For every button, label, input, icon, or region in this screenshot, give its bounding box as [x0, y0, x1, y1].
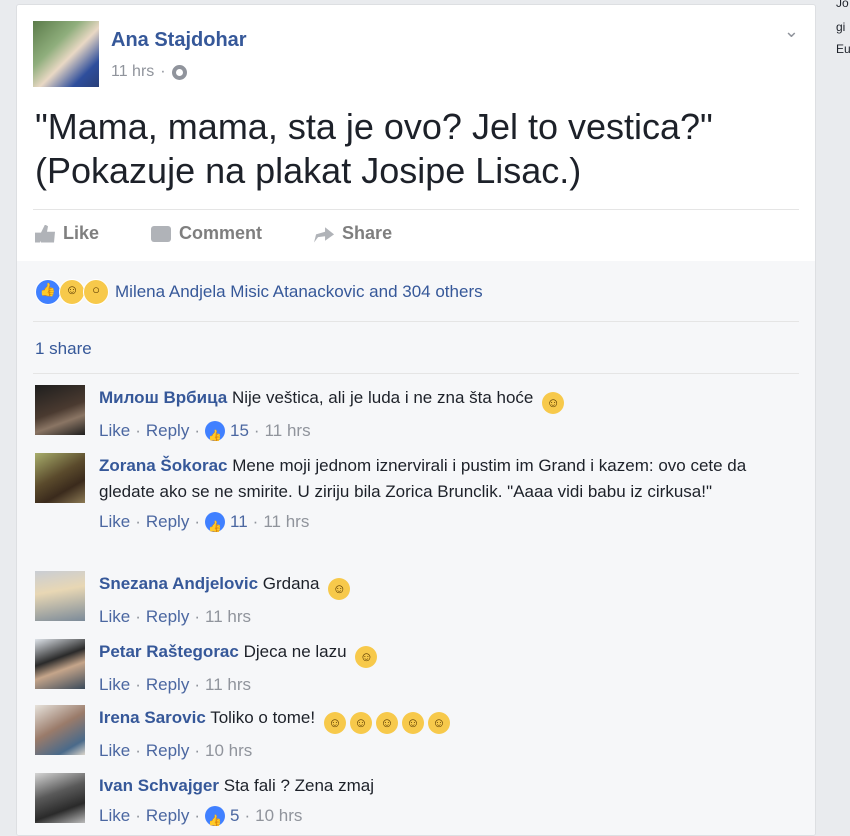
post-card: Ana Stajdohar 11 hrs · ⌄ "Mama, mama, st…: [16, 4, 816, 836]
comment-meta: Like · Reply · 10 hrs: [99, 738, 799, 764]
thumbs-up-icon: [205, 512, 225, 540]
smile-emoji-icon: ☺: [328, 578, 351, 600]
laughing-emoji-icon: ☺: [349, 712, 372, 734]
comment-like-count[interactable]: 5: [205, 803, 240, 834]
commenter-name[interactable]: Petar Raštegorac: [99, 642, 239, 661]
comment-reply-link[interactable]: Reply: [146, 803, 189, 829]
like-count-value: 11: [230, 512, 248, 531]
like-reaction-icon: 👍: [35, 279, 61, 305]
smile-emoji-icon: ☺: [355, 646, 378, 668]
sidebar-fragment-1: Jo: [836, 0, 849, 10]
laughing-emoji-icon: ☺: [375, 712, 398, 734]
haha-reaction-icon: ☺: [59, 279, 85, 305]
globe-icon[interactable]: [171, 64, 187, 80]
comment-body: Zorana Šokorac Mene moji jednom iznervir…: [99, 453, 799, 540]
laughing-emoji-icon: ☺: [401, 712, 424, 734]
post-time[interactable]: 11 hrs: [111, 63, 154, 81]
comment-like-link[interactable]: Like: [99, 672, 130, 698]
commenter-avatar[interactable]: [35, 639, 85, 689]
comment-meta: Like · Reply · 11 hrs: [99, 672, 799, 698]
comment-like-link[interactable]: Like: [99, 738, 130, 764]
author-name[interactable]: Ana Stajdohar: [111, 29, 247, 52]
like-count-value: 5: [230, 806, 240, 825]
like-label: Like: [63, 223, 100, 243]
comment-text: Nije veštica, ali je luda i ne zna šta h…: [231, 388, 534, 407]
comment-meta: Like· Reply· 15· 11 hrs: [99, 418, 799, 449]
reaction-names[interactable]: Milena Andjela Misic Atanackovic and 304…: [115, 282, 483, 302]
comment-body: Petar Raštegorac Djeca ne lazu ☺ Like · R…: [99, 639, 799, 698]
commenter-avatar[interactable]: [35, 385, 85, 435]
commenter-name[interactable]: Милош Врбица: [99, 388, 227, 407]
comment-like-link[interactable]: Like: [99, 803, 130, 829]
author-avatar[interactable]: [33, 21, 99, 87]
commenter-avatar[interactable]: [35, 773, 85, 823]
comment-body: Irena Sarovic Toliko o tome! ☺ ☺ ☺ ☺ ☺ Like ·…: [99, 705, 799, 764]
divider: [33, 373, 799, 374]
comment-icon: [151, 225, 172, 242]
post-text-line: (Pokazuje na plakat Josipe Lisac.): [35, 150, 582, 191]
comment-meta: Like· Reply· 11· 11 hrs: [99, 509, 799, 540]
comment-like-link[interactable]: Like: [99, 604, 130, 630]
commenter-name[interactable]: Ivan Schvajger: [99, 776, 219, 795]
commenter-name[interactable]: Zorana Šokorac: [99, 456, 228, 475]
comment-like-link[interactable]: Like: [99, 509, 130, 535]
comment-reply-link[interactable]: Reply: [146, 509, 189, 535]
chevron-down-icon[interactable]: ⌄: [784, 21, 799, 42]
comment-text: Sta fali ? Zena zmaj: [223, 776, 374, 795]
comment-body: Ivan Schvajger Sta fali ? Zena zmaj Like…: [99, 773, 799, 834]
post-text: "Mama, mama, sta je ovo? Jel to vestica?…: [35, 105, 795, 193]
wow-reaction-icon: ○: [83, 279, 109, 305]
like-count-value: 15: [230, 421, 249, 440]
commenter-avatar[interactable]: [35, 705, 85, 755]
divider: [33, 209, 799, 210]
reactions-summary[interactable]: 👍 ☺ ○ Milena Andjela Misic Atanackovic a…: [35, 279, 483, 305]
laughing-emoji-icon: ☺: [427, 712, 450, 734]
comment-like-link[interactable]: Like: [99, 418, 130, 444]
thumbs-up-icon: [35, 224, 55, 243]
action-bar: Like Comment Share: [35, 223, 444, 244]
comment-meta: Like · Reply · 11 hrs: [99, 604, 799, 630]
laughing-emoji-icon: ☺: [323, 712, 346, 734]
share-label: Share: [342, 223, 393, 243]
meta-separator: ·: [160, 63, 166, 80]
comment-text: Grdana: [262, 574, 320, 593]
sidebar-fragment-3: Eu: [836, 42, 850, 56]
commenter-name[interactable]: Irena Sarovic: [99, 708, 206, 727]
share-button[interactable]: Share: [314, 223, 392, 244]
commenter-avatar[interactable]: [35, 453, 85, 503]
commenter-avatar[interactable]: [35, 571, 85, 621]
comment-reply-link[interactable]: Reply: [146, 738, 189, 764]
comment-time[interactable]: 11 hrs: [263, 509, 309, 535]
comment-like-count[interactable]: 11: [205, 509, 248, 540]
share-count[interactable]: 1 share: [35, 339, 92, 359]
post-meta: 11 hrs ·: [111, 63, 187, 81]
comment-reply-link[interactable]: Reply: [146, 418, 189, 444]
comment-body: Милош Врбица Nije veštica, ali je luda i…: [99, 385, 799, 449]
comment-time[interactable]: 11 hrs: [265, 418, 311, 444]
share-arrow-icon: [314, 227, 335, 243]
comment-reply-link[interactable]: Reply: [146, 672, 189, 698]
comment-time[interactable]: 11 hrs: [205, 672, 251, 698]
thumbs-up-icon: [205, 806, 225, 834]
smile-emoji-icon: ☺: [542, 392, 565, 414]
commenter-name[interactable]: Snezana Andjelovic: [99, 574, 258, 593]
divider: [33, 321, 799, 322]
comment-time[interactable]: 11 hrs: [205, 604, 251, 630]
comment-text: Djeca ne lazu: [243, 642, 347, 661]
like-button[interactable]: Like: [35, 223, 99, 244]
comment-body: Snezana Andjelovic Grdana ☺ Like · Reply ·…: [99, 571, 799, 630]
comment-reply-link[interactable]: Reply: [146, 604, 189, 630]
comment-time[interactable]: 10 hrs: [205, 738, 252, 764]
comment-time[interactable]: 10 hrs: [255, 803, 302, 829]
comment-like-count[interactable]: 15: [205, 418, 249, 449]
comment-meta: Like· Reply· 5· 10 hrs: [99, 803, 799, 834]
comment-text: Toliko o tome!: [210, 708, 316, 727]
thumbs-up-icon: [205, 421, 225, 449]
comment-button[interactable]: Comment: [151, 223, 262, 244]
sidebar-fragment-2: gi: [836, 20, 846, 34]
comment-label: Comment: [179, 223, 263, 243]
post-text-line: "Mama, mama, sta je ovo? Jel to vestica?…: [35, 106, 713, 147]
